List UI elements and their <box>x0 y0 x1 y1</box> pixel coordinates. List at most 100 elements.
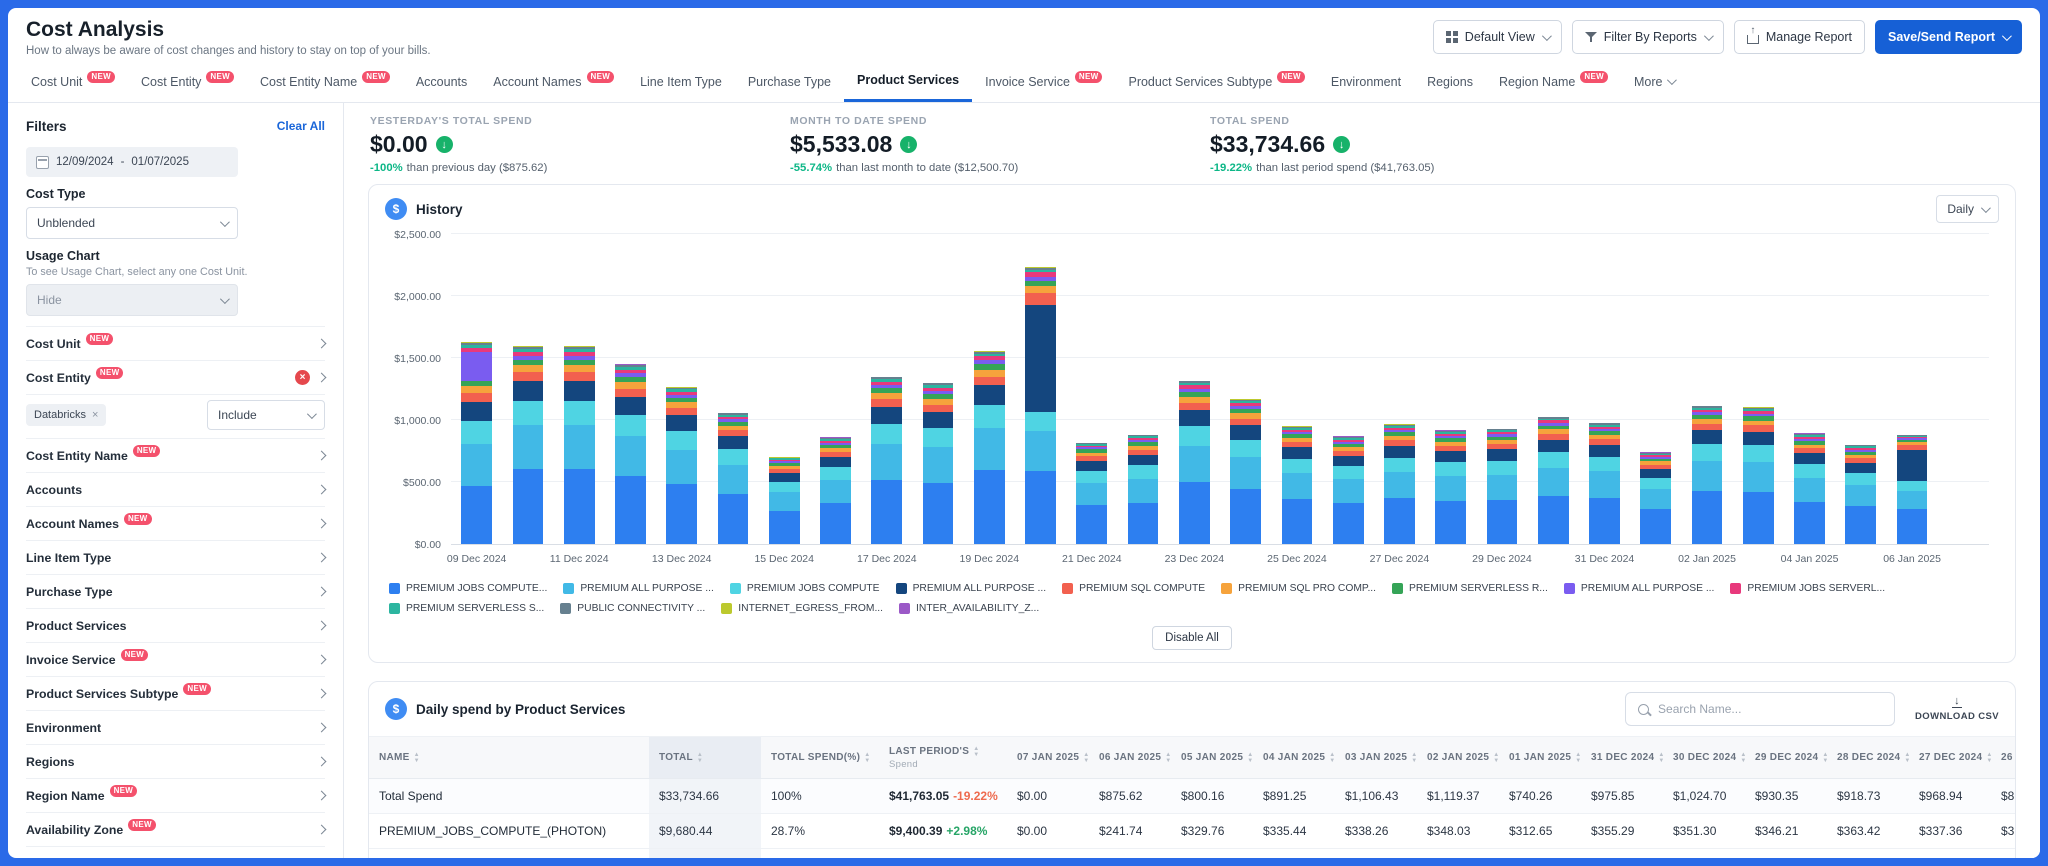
tab-purchase-type[interactable]: Purchase Type <box>735 61 844 102</box>
legend-item-public-connectivity[interactable]: PUBLIC CONNECTIVITY ... <box>560 603 705 614</box>
column-header-04-jan-2025[interactable]: 04 JAN 2025 <box>1253 736 1335 779</box>
stacked-bar[interactable] <box>1281 426 1313 544</box>
stacked-bar[interactable] <box>1845 444 1877 544</box>
column-header-02-jan-2025[interactable]: 02 JAN 2025 <box>1417 736 1499 779</box>
legend-item-internet-egress-from[interactable]: INTERNET_EGRESS_FROM... <box>721 603 883 614</box>
clear-all-link[interactable]: Clear All <box>277 119 325 133</box>
stacked-bar[interactable] <box>1127 434 1159 544</box>
stacked-bar[interactable] <box>615 364 646 544</box>
tab-regions[interactable]: Regions <box>1414 61 1486 102</box>
column-header-31-dec-2024[interactable]: 31 DEC 2024 <box>1581 736 1663 779</box>
stacked-bar[interactable] <box>1537 416 1569 544</box>
legend-item-premium-sql-pro-comp[interactable]: PREMIUM SQL PRO COMP... <box>1221 583 1376 594</box>
filter-item-product-services-subtype[interactable]: Product Services Subtype NEW <box>26 677 327 711</box>
stacked-bar[interactable] <box>1896 435 1928 544</box>
column-header-name[interactable]: NAME <box>369 736 649 779</box>
filter-item-cost-entity-name[interactable]: Cost Entity Name NEW <box>26 439 327 473</box>
tab-accounts[interactable]: Accounts <box>403 61 480 102</box>
filter-item-cost-entity[interactable]: Cost Entity NEW <box>26 361 327 395</box>
legend-item-inter-availability-z[interactable]: INTER_AVAILABILITY_Z... <box>899 603 1039 614</box>
legend-item-premium-jobs-compute[interactable]: PREMIUM JOBS COMPUTE... <box>389 583 547 594</box>
default-view-button[interactable]: Default View <box>1432 20 1562 54</box>
stacked-bar[interactable] <box>973 350 1005 544</box>
column-header-06-jan-2025[interactable]: 06 JAN 2025 <box>1089 736 1171 779</box>
legend-item-premium-all-purpose[interactable]: PREMIUM ALL PURPOSE ... <box>1563 583 1714 594</box>
stacked-bar[interactable] <box>1691 405 1723 544</box>
stacked-bar[interactable] <box>1230 399 1261 544</box>
tab-account-names[interactable]: Account Names NEW <box>480 61 627 102</box>
stacked-bar[interactable] <box>871 376 903 544</box>
tab-product-services[interactable]: Product Services <box>844 61 973 102</box>
column-header-total-spend[interactable]: TOTAL SPEND(%) <box>761 736 879 779</box>
column-header-total[interactable]: TOTAL <box>649 736 761 779</box>
stacked-bar[interactable] <box>1794 433 1825 544</box>
include-select[interactable]: Include <box>207 400 325 430</box>
stacked-bar[interactable] <box>1435 430 1467 544</box>
remove-filter-icon[interactable] <box>295 370 310 385</box>
legend-item-premium-jobs-serverl[interactable]: PREMIUM JOBS SERVERL... <box>1730 583 1885 594</box>
tab-cost-entity-name[interactable]: Cost Entity Name NEW <box>247 61 403 102</box>
date-range-picker[interactable]: 12/09/2024 - 01/07/2025 <box>26 147 238 177</box>
filter-item-accounts[interactable]: Accounts <box>26 473 327 507</box>
filter-item-invoice-service[interactable]: Invoice Service NEW <box>26 643 327 677</box>
legend-item-premium-all-purpose[interactable]: PREMIUM ALL PURPOSE ... <box>563 583 714 594</box>
filter-item-environment[interactable]: Environment <box>26 711 327 745</box>
download-csv-button[interactable]: DOWNLOAD CSV <box>1915 696 1999 722</box>
filter-item-purchase-type[interactable]: Purchase Type <box>26 575 327 609</box>
legend-item-premium-serverless-r[interactable]: PREMIUM SERVERLESS R... <box>1392 583 1548 594</box>
stacked-bar[interactable] <box>1384 423 1415 544</box>
column-header-last-period-s[interactable]: LAST PERIOD'SSpend <box>879 736 1007 779</box>
legend-item-premium-sql-compute[interactable]: PREMIUM SQL COMPUTE <box>1062 583 1205 594</box>
remove-chip-icon[interactable]: × <box>92 409 98 421</box>
stacked-bar[interactable] <box>512 345 544 544</box>
column-header-26-dec-2024[interactable]: 26 DEC 2024 <box>1991 736 2015 779</box>
tab-line-item-type[interactable]: Line Item Type <box>627 61 735 102</box>
usage-chart-select[interactable]: Hide <box>26 284 238 316</box>
search-input[interactable] <box>1658 702 1883 716</box>
stacked-bar[interactable] <box>820 437 851 544</box>
filter-item-cost-unit[interactable]: Cost Unit NEW <box>26 327 327 361</box>
filter-item-operation[interactable]: Operation <box>26 847 325 859</box>
column-header-28-dec-2024[interactable]: 28 DEC 2024 <box>1827 736 1909 779</box>
cost-entity-chip[interactable]: Databricks × <box>26 404 107 426</box>
stacked-bar[interactable] <box>1486 428 1518 544</box>
tab-environment[interactable]: Environment <box>1318 61 1414 102</box>
filter-item-line-item-type[interactable]: Line Item Type <box>26 541 327 575</box>
column-header-01-jan-2025[interactable]: 01 JAN 2025 <box>1499 736 1581 779</box>
column-header-05-jan-2025[interactable]: 05 JAN 2025 <box>1171 736 1253 779</box>
column-header-27-dec-2024[interactable]: 27 DEC 2024 <box>1909 736 1991 779</box>
save-send-report-button[interactable]: Save/Send Report <box>1875 20 2022 54</box>
tab-cost-entity[interactable]: Cost Entity NEW <box>128 61 247 102</box>
stacked-bar[interactable] <box>717 412 749 544</box>
column-header-30-dec-2024[interactable]: 30 DEC 2024 <box>1663 736 1745 779</box>
legend-item-premium-jobs-compute[interactable]: PREMIUM JOBS COMPUTE <box>729 583 880 594</box>
stacked-bar[interactable] <box>1589 422 1620 544</box>
tab-region-name[interactable]: Region Name NEW <box>1486 61 1621 102</box>
legend-item-premium-serverless-s[interactable]: PREMIUM SERVERLESS S... <box>389 603 544 614</box>
tab-more[interactable]: More <box>1621 61 1687 102</box>
stacked-bar[interactable] <box>563 345 595 544</box>
filter-item-regions[interactable]: Regions <box>26 745 327 779</box>
column-header-07-jan-2025[interactable]: 07 JAN 2025 <box>1007 736 1089 779</box>
column-header-29-dec-2024[interactable]: 29 DEC 2024 <box>1745 736 1827 779</box>
disable-all-button[interactable]: Disable All <box>1152 626 1232 650</box>
stacked-bar[interactable] <box>1742 406 1774 544</box>
stacked-bar[interactable] <box>1640 452 1672 544</box>
filter-item-account-names[interactable]: Account Names NEW <box>26 507 327 541</box>
stacked-bar[interactable] <box>1025 266 1056 544</box>
tab-invoice-service[interactable]: Invoice Service NEW <box>972 61 1115 102</box>
stacked-bar[interactable] <box>768 457 800 544</box>
tab-product-services-subtype[interactable]: Product Services Subtype NEW <box>1115 61 1317 102</box>
stacked-bar[interactable] <box>1178 380 1210 544</box>
search-box[interactable] <box>1625 692 1896 726</box>
filter-by-reports-button[interactable]: Filter By Reports <box>1571 20 1724 54</box>
filter-item-region-name[interactable]: Region Name NEW <box>26 779 327 813</box>
manage-report-button[interactable]: Manage Report <box>1733 20 1866 54</box>
cost-type-select[interactable]: Unblended <box>26 207 238 239</box>
filter-item-availability-zone[interactable]: Availability Zone NEW <box>26 813 327 847</box>
stacked-bar[interactable] <box>1332 436 1364 544</box>
stacked-bar[interactable] <box>1076 442 1108 544</box>
column-header-03-jan-2025[interactable]: 03 JAN 2025 <box>1335 736 1417 779</box>
stacked-bar[interactable] <box>922 382 954 544</box>
filter-item-product-services[interactable]: Product Services <box>26 609 327 643</box>
